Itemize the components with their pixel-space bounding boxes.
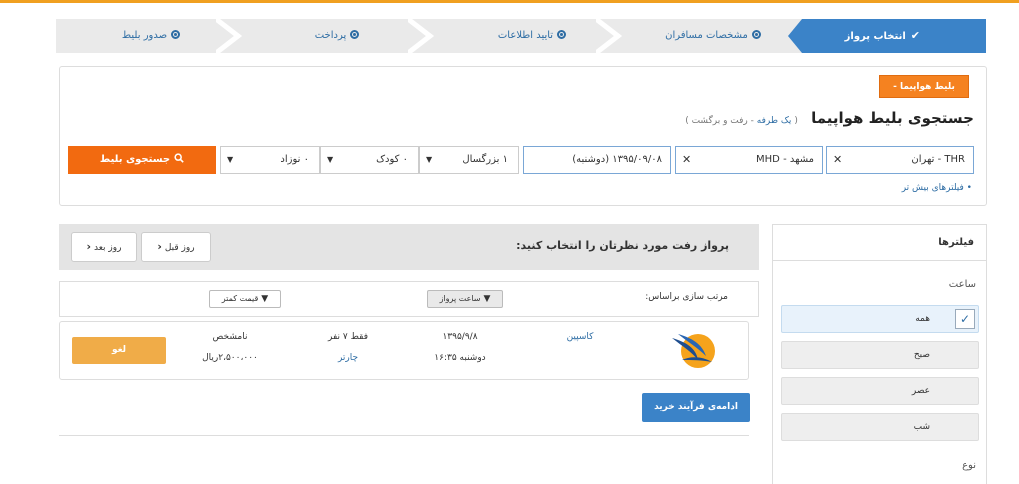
step-passengers: مشخصات مسافران <box>628 19 798 53</box>
dropdown-caret-icon: ▼ <box>426 155 433 164</box>
date-field[interactable]: ۱۳۹۵/۰۹/۰۸ (دوشنبه) <box>523 146 671 174</box>
filter-funnel-icon: ▼ <box>261 294 269 304</box>
seats-left: فقط ۷ نفر <box>328 332 368 342</box>
divider <box>59 435 749 436</box>
circle-dot-icon <box>350 30 360 39</box>
flight-class: نامشخص <box>212 332 248 342</box>
clear-origin-icon[interactable]: ✕ <box>833 147 842 173</box>
circle-dot-icon <box>557 30 567 39</box>
destination-field[interactable]: مشهد - MHD ✕ <box>675 146 823 174</box>
step-confirm-info: تایید اطلاعات <box>442 19 622 53</box>
sort-label: مرتب سازی براساس: <box>645 292 728 302</box>
next-day-button[interactable]: روز بعد ‹ <box>71 232 137 262</box>
checkbox-checked-icon[interactable]: ✓ <box>955 309 975 329</box>
sort-by-time-button[interactable]: ▼ساعت پرواز <box>427 290 503 308</box>
trip-type-selector: ( یک طرفه - رفت و برگشت ) <box>685 116 798 126</box>
adults-select[interactable]: ۱ بزرگسال ▼ <box>419 146 519 174</box>
top-accent-line <box>0 0 1019 3</box>
time-option-night[interactable]: شب <box>781 413 979 441</box>
dropdown-caret-icon: ▼ <box>227 155 234 164</box>
dropdown-caret-icon: ▼ <box>327 155 334 164</box>
search-icon <box>174 153 184 163</box>
time-option-morning[interactable]: صبح <box>781 341 979 369</box>
continue-purchase-button[interactable]: ادامه‌ی فرآیند خرید <box>642 393 750 422</box>
clear-destination-icon[interactable]: ✕ <box>682 147 691 173</box>
prev-day-button[interactable]: روز قبل ‹ <box>141 232 211 262</box>
sort-bar: مرتب سازی براساس: ▼ساعت پرواز ▼قیمت کمتر <box>59 281 759 317</box>
step-separator-chevron <box>408 19 434 53</box>
checkmark-icon: ✔ <box>910 29 920 42</box>
time-option-afternoon[interactable]: عصر <box>781 377 979 405</box>
step-payment: پرداخت <box>252 19 422 53</box>
time-filter-label: ساعت <box>948 279 976 290</box>
domestic-flight-badge: بلیط هواپیما - داخلی <box>879 75 969 115</box>
filters-title: فیلترها <box>773 225 986 261</box>
filter-funnel-icon: ▼ <box>483 294 491 304</box>
airline-logo-icon <box>672 334 715 368</box>
time-option-all[interactable]: ✓ همه <box>781 305 979 333</box>
one-way-link[interactable]: یک طرفه <box>757 116 792 126</box>
chevron-left-icon: ‹ <box>86 240 92 253</box>
search-tickets-button[interactable]: جستجوی بلیط <box>68 146 216 174</box>
type-filter-label: نوع <box>962 460 976 471</box>
cancel-button[interactable]: لغو <box>72 337 166 364</box>
airline-name: کاسپین <box>566 332 594 342</box>
sort-by-price-button[interactable]: ▼قیمت کمتر <box>209 290 281 308</box>
search-title: جستجوی بلیط هواپیما ( یک طرفه - رفت و بر… <box>685 109 974 127</box>
flight-day-time: دوشنبه ۱۶:۳۵ <box>434 353 486 363</box>
booking-steps-bar: صدور بلیط پرداخت تایید اطلاعات مشخصات مس… <box>56 19 986 53</box>
flight-result-row[interactable]: کاسپین ۱۳۹۵/۹/۸ دوشنبه ۱۶:۳۵ فقط ۷ نفر چ… <box>59 321 749 380</box>
infants-select[interactable]: ۰ نوزاد ▼ <box>220 146 320 174</box>
search-card: بلیط هواپیما - داخلی جستجوی بلیط هواپیما… <box>59 66 987 206</box>
circle-dot-icon <box>751 30 761 39</box>
step-separator-chevron <box>216 19 242 53</box>
results-header: پرواز رفت مورد نظرتان را انتخاب کنید: رو… <box>59 224 759 270</box>
more-filters-link[interactable]: • فیلترهای بیش تر <box>902 183 972 193</box>
step-separator-chevron <box>596 19 622 53</box>
children-select[interactable]: ۰ کودک ▼ <box>320 146 419 174</box>
flight-date: ۱۳۹۵/۹/۸ <box>442 332 478 342</box>
circle-dot-icon <box>171 30 181 39</box>
flight-type: چارتر <box>337 353 359 363</box>
chevron-left-icon: ‹ <box>157 240 162 253</box>
round-trip-link[interactable]: - رفت و برگشت ) <box>685 116 754 126</box>
results-title: پرواز رفت مورد نظرتان را انتخاب کنید: <box>516 239 729 252</box>
step-ticket-issue: صدور بلیط <box>76 19 226 53</box>
flight-price: ۲،۵۰۰،۰۰۰ریال <box>202 353 258 363</box>
filters-panel: فیلترها ساعت ✓ همه صبح عصر شب نوع <box>772 224 987 484</box>
step-select-flight: ✔انتخاب پرواز <box>788 19 986 53</box>
origin-field[interactable]: تهران - THR ✕ <box>826 146 974 174</box>
